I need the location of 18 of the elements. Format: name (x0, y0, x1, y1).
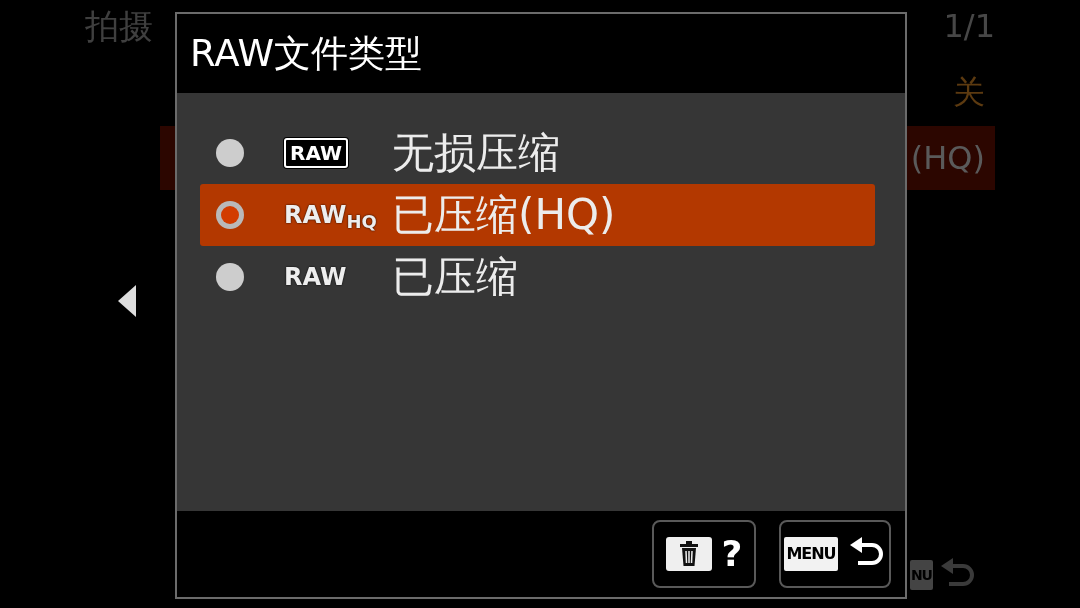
setting-value: (HQ) (910, 142, 985, 174)
left-arrow-icon (118, 285, 136, 317)
option-label: 已压缩(HQ) (392, 194, 616, 236)
menu-back-button[interactable]: MENU (779, 520, 891, 588)
trash-icon (665, 537, 712, 571)
setting-value: 关 (953, 76, 985, 108)
breadcrumb-text: 拍摄 (85, 9, 153, 43)
list-option[interactable]: RAW 已压缩 (200, 246, 875, 308)
delete-help-button[interactable]: ? (652, 520, 756, 588)
menu-key-label: NU (909, 560, 933, 590)
dialog-title: RAW文件类型 (190, 35, 423, 72)
option-label: 已压缩 (392, 256, 518, 298)
list-option[interactable]: RAW$_{HQ}$ 已压缩(HQ) (200, 184, 875, 246)
list-option[interactable]: RAW 无损压缩 (200, 122, 875, 184)
option-label: 无损压缩 (392, 132, 560, 174)
page-indicator: 1/1 (943, 10, 995, 42)
format-badge: RAW (284, 138, 349, 168)
format-label: RAW (284, 265, 347, 289)
